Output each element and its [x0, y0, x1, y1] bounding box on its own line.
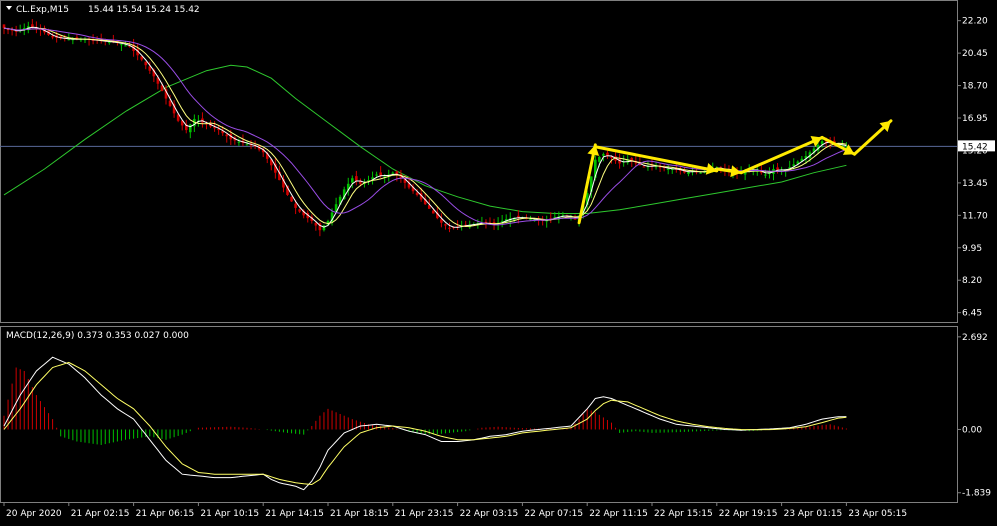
time-tick-label: 21 Apr 02:15: [71, 509, 130, 519]
time-tick-label: 21 Apr 06:15: [136, 509, 195, 519]
candle-body: [517, 215, 520, 218]
candle-body: [432, 210, 435, 214]
time-tick-label: 21 Apr 14:15: [265, 509, 324, 519]
candle-body: [108, 42, 111, 44]
time-tick-label: 23 Apr 05:15: [848, 509, 907, 519]
candle-body: [168, 100, 172, 106]
candle-body: [610, 156, 613, 158]
time-tick-label: 22 Apr 19:15: [719, 509, 778, 519]
candle-body: [602, 154, 605, 156]
time-tick-label: 23 Apr 01:15: [784, 509, 843, 519]
candle-body: [573, 218, 577, 220]
candle-body: [355, 176, 358, 182]
price-tick-label: 18.70: [962, 82, 988, 92]
candle-body: [298, 209, 301, 212]
candle-body: [124, 45, 127, 47]
candle-body: [225, 134, 229, 137]
candle-body: [375, 174, 378, 176]
macd-label: MACD(12,26,9) 0.373 0.353 0.027 0.000: [6, 331, 189, 341]
candle-body: [379, 172, 382, 176]
candle-body: [666, 168, 670, 170]
candle-body: [440, 219, 443, 223]
macd-tick-label: -1.839: [962, 489, 991, 499]
candle-body: [699, 172, 702, 174]
chart-window[interactable]: 22.20 20.45 18.70 16.95 15.20 13.45 11.70 9.95 8…: [0, 0, 997, 522]
candle-body: [245, 144, 249, 146]
price-tag-value: 15.42: [962, 142, 988, 152]
time-tick-label: 22 Apr 15:15: [654, 509, 713, 519]
candle-body: [120, 44, 123, 46]
price-tick-label: 11.70: [962, 211, 988, 221]
price-tick-label: 13.45: [962, 179, 988, 189]
price-tick-label: 16.95: [962, 114, 988, 124]
symbol-label: CL.Exp,M15: [16, 5, 69, 15]
time-tick-label: 22 Apr 03:15: [460, 509, 519, 519]
current-price-tag: 15.42: [958, 140, 995, 152]
candle-body: [391, 172, 395, 174]
symbol-header[interactable]: CL.Exp,M15 15.44 15.54 15.24 15.42: [6, 5, 200, 15]
candle-body: [598, 156, 601, 162]
time-tick-label: 21 Apr 18:15: [330, 509, 389, 519]
time-tick-label: 22 Apr 07:15: [524, 509, 583, 519]
candle-body: [444, 224, 447, 226]
candle-body: [415, 192, 419, 195]
time-tick-label: 20 Apr 2020: [6, 509, 62, 519]
macd-tick-label: 0.00: [962, 425, 982, 435]
candle-body: [764, 174, 767, 176]
macd-tick-label: 2.692: [962, 333, 988, 343]
candle-body: [294, 203, 297, 208]
candle-body: [2, 24, 6, 29]
candle-body: [51, 35, 54, 38]
candle-body: [290, 196, 293, 202]
candle-body: [314, 222, 318, 226]
time-tick-label: 22 Apr 11:15: [589, 509, 648, 519]
price-tick-label: 22.20: [962, 17, 988, 27]
candle-body: [237, 141, 241, 143]
chart-canvas[interactable]: 22.2020.4518.7016.9515.2013.4511.709.958…: [0, 0, 997, 522]
candle-body: [529, 219, 532, 221]
candle-body: [776, 167, 779, 170]
candle-body: [351, 178, 354, 183]
time-tick-label: 21 Apr 10:15: [200, 509, 259, 519]
price-tick-label: 20.45: [962, 49, 988, 59]
ohlc-label: 15.44 15.54 15.24 15.42: [88, 5, 200, 15]
price-tick-label: 8.20: [962, 276, 982, 286]
candle-body: [820, 141, 824, 145]
candle-body: [144, 61, 148, 66]
chart-background: [0, 0, 997, 522]
price-tick-label: 9.95: [962, 244, 982, 254]
price-tick-label: 6.45: [962, 309, 982, 319]
candle-body: [448, 227, 451, 229]
candle-body: [67, 39, 71, 41]
candle-body: [642, 166, 646, 168]
time-tick-label: 21 Apr 23:15: [395, 509, 454, 519]
